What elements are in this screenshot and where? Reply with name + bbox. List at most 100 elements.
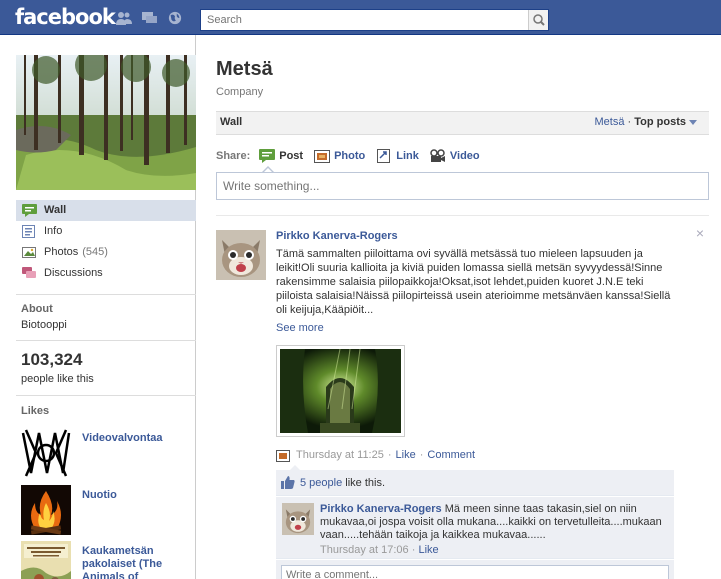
campfire-photo [21,485,71,535]
like-link[interactable]: Like [396,449,416,461]
story-timestamp[interactable]: Thursday at 11:25 [296,449,384,461]
likes-suffix: like this. [345,476,386,489]
nav-item-discussions[interactable]: Discussions [16,263,196,284]
main-column: Metsä Company Wall Metsä · Top posts Sha… [196,35,721,579]
share-post-button[interactable]: Post [259,149,303,163]
comment-author-avatar[interactable] [282,503,314,535]
share-bar: Share: Post Photo Link Video [216,148,491,164]
chevron-down-icon[interactable] [689,119,697,125]
share-option-label: Link [396,150,419,162]
meta-separator: · [419,449,424,461]
share-photo-button[interactable]: Photo [314,149,365,163]
page-nav: Wall Info Photos (545) Discussions [16,200,196,284]
kitten-avatar [216,230,266,280]
share-option-label: Video [449,150,480,162]
discussions-icon [22,267,36,278]
comment-body: Pirkko Kanerva-Rogers Mä meen sinne taas… [320,503,665,542]
photos-icon [22,247,36,258]
divider [16,340,196,341]
videovalvontaa-logo [21,428,71,478]
composer-input[interactable] [217,173,708,199]
link-icon [377,149,391,163]
wall-header: Wall Metsä · Top posts [216,111,709,135]
story-author-name[interactable]: Pirkko Kanerva-Rogers [276,230,398,242]
likes-heading: Likes [21,405,50,417]
thumbs-up-icon [281,476,295,489]
divider [16,395,196,396]
about-heading: About [21,303,53,315]
divider [16,294,196,295]
nav-item-photos[interactable]: Photos (545) [16,242,196,263]
nav-label: Photos [44,246,79,258]
search-box [200,9,549,31]
nav-label: Info [44,225,63,237]
fans-label: people like this [21,373,94,385]
divider [216,215,709,216]
write-comment-row [276,560,674,579]
search-icon [533,14,545,26]
nav-item-info[interactable]: Info [16,221,196,242]
camera-icon [314,150,331,163]
wall-title: Wall [220,116,243,128]
liked-page-thumb[interactable] [21,541,71,579]
search-input[interactable] [201,10,521,30]
notifications-globe-icon[interactable] [167,11,183,25]
comment-link[interactable]: Comment [427,449,475,461]
page-title: Metsä [216,58,273,80]
mossy-door-photo [280,348,401,433]
see-more-link[interactable]: See more [276,322,324,334]
nav-label: Wall [44,204,67,216]
kitten-avatar [282,503,314,535]
search-button[interactable] [528,10,548,30]
share-option-label: Photo [334,150,366,162]
liked-page-thumb[interactable] [21,485,71,535]
info-icon [22,225,35,238]
meta-separator: · [387,449,392,461]
composer-box [216,172,709,200]
nav-item-wall[interactable]: Wall [16,200,196,221]
video-camera-icon [430,149,445,162]
page-profile-picture[interactable] [16,55,196,190]
wall-speech-icon [22,204,37,217]
story-meta: Thursday at 11:25 · Like · Comment [276,448,475,462]
likers-link[interactable]: 5 people [300,477,342,489]
friend-requests-icon[interactable] [116,11,132,25]
about-value: Biotooppi [21,319,67,331]
comment-like-link[interactable]: Like [418,544,438,556]
comment-meta: Thursday at 17:06 · Like [320,544,439,556]
photo-attachment-icon [276,449,290,462]
messages-icon[interactable] [142,11,158,25]
photos-count: (545) [82,246,108,258]
liked-page-name[interactable]: Nuotio [82,489,192,502]
feedback-box: 5 people like this. Pirkko Kanerva-Roger… [276,465,674,579]
filter-page-link[interactable]: Metsä [595,116,625,128]
liked-page-thumb[interactable] [21,428,71,478]
story-author-avatar[interactable] [216,230,266,280]
comment-author-name[interactable]: Pirkko Kanerva-Rogers [320,503,442,515]
post-speech-icon [259,149,276,163]
filter-separator: · [627,116,632,128]
share-option-label: Post [279,150,304,162]
comment-timestamp[interactable]: Thursday at 17:06 [320,544,409,556]
fans-count: 103,324 [21,350,83,369]
story-message: Tämä sammalten piiloittama ovi syvällä m… [276,248,671,316]
liked-page-name[interactable]: Videovalvontaa [82,432,192,445]
forest-photo [16,55,196,190]
top-bar: facebook [0,0,721,35]
story-photo[interactable] [276,345,405,437]
filter-mode[interactable]: Top posts [634,116,686,128]
meta-separator: · [411,544,416,556]
liked-page-name[interactable]: Kaukametsän pakolaiset (The Animals of [82,545,192,579]
share-link-button[interactable]: Link [376,149,419,163]
facebook-logo[interactable]: facebook [15,5,116,29]
page-category: Company [216,86,264,98]
share-video-button[interactable]: Video [430,149,480,163]
nav-label: Discussions [44,267,103,279]
comment-item: Pirkko Kanerva-Rogers Mä meen sinne taas… [276,497,674,559]
share-label: Share: [216,150,251,162]
likes-summary: 5 people like this. [276,470,674,496]
wall-filter[interactable]: Metsä · Top posts [595,116,697,128]
write-comment-box [281,565,669,579]
write-comment-input[interactable] [282,566,668,579]
close-icon[interactable]: × [694,226,706,240]
